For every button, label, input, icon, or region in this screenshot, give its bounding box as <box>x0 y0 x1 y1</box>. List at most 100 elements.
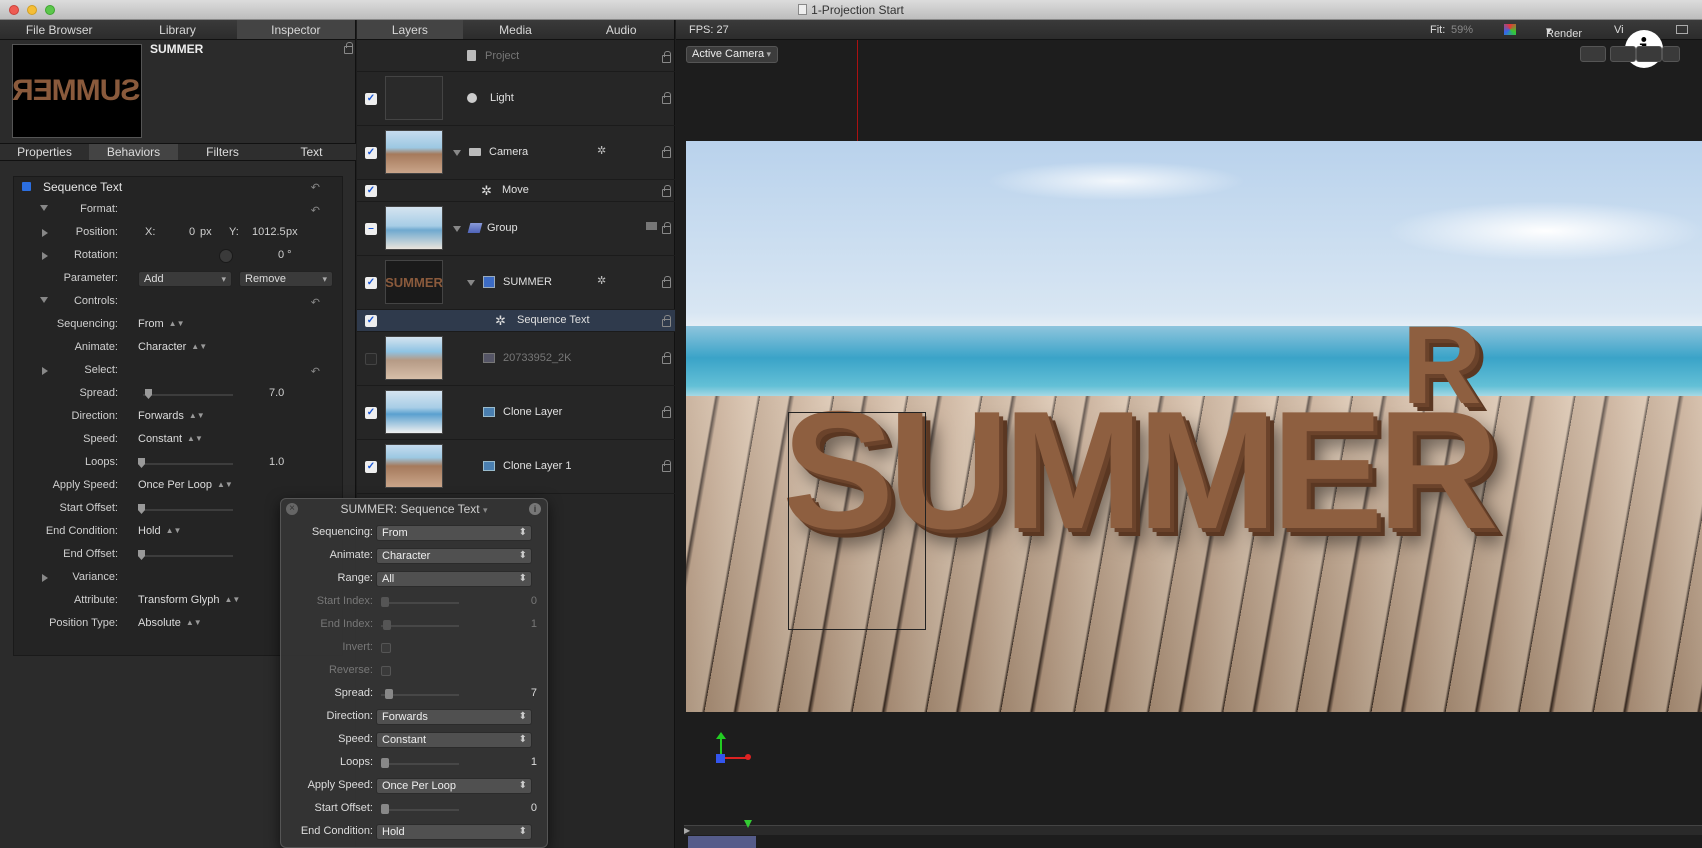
layer-row-group[interactable]: – Group <box>357 202 675 256</box>
tab-text[interactable]: Text <box>267 144 356 160</box>
slider-knob[interactable] <box>385 689 393 699</box>
disclosure-triangle-icon[interactable] <box>453 226 461 232</box>
disclosure-triangle-icon[interactable] <box>42 229 48 237</box>
camera-select[interactable]: Active Camera <box>686 46 778 63</box>
hud-animate-popup[interactable]: Character <box>376 548 532 564</box>
rotation-dial[interactable] <box>219 249 233 263</box>
tab-inspector[interactable]: Inspector <box>236 20 355 39</box>
tab-behaviors[interactable]: Behaviors <box>89 144 178 160</box>
fit-zoom-popup[interactable]: 59% <box>1451 24 1473 36</box>
disclosure-triangle-icon[interactable] <box>40 205 48 211</box>
hud-range-popup[interactable]: All <box>376 571 532 587</box>
layer-enable-checkbox[interactable]: ✓ <box>365 315 377 327</box>
tab-properties[interactable]: Properties <box>0 144 89 160</box>
orbit-tool-icon[interactable] <box>1610 46 1636 62</box>
layer-row-move[interactable]: ✓ ✲ Move <box>357 180 675 202</box>
start-offset-slider[interactable] <box>138 504 233 514</box>
hud-speed-popup[interactable]: Constant <box>376 732 532 748</box>
rotate-tool-icon[interactable] <box>1636 46 1662 62</box>
slider-knob[interactable] <box>383 620 391 630</box>
parameter-add-popup[interactable]: Add <box>138 271 232 287</box>
hud-end-index-slider[interactable] <box>381 620 459 630</box>
layer-enable-checkbox[interactable]: ✓ <box>365 407 377 419</box>
letter-r-3d[interactable]: R <box>1402 311 1481 421</box>
render-menu[interactable]: Render ▾ <box>1546 24 1582 40</box>
mini-timeline[interactable]: ▶ <box>684 820 1702 848</box>
gear-icon[interactable]: ✲ <box>597 144 606 157</box>
timeline-clip[interactable] <box>688 836 756 848</box>
slider-knob[interactable] <box>138 504 145 514</box>
slider-knob[interactable] <box>381 758 389 768</box>
position-x-value[interactable]: 0 <box>189 226 195 238</box>
hud-title[interactable]: SUMMER: Sequence Text ▾ <box>281 502 547 516</box>
disclosure-triangle-icon[interactable] <box>42 367 48 375</box>
layout-icon[interactable] <box>1676 25 1688 34</box>
position-type-popup[interactable]: Absolute ▲▼ <box>138 617 202 629</box>
lock-icon[interactable] <box>662 352 671 364</box>
parameter-remove-popup[interactable]: Remove <box>239 271 333 287</box>
reset-icon[interactable]: ↶ <box>311 296 320 309</box>
layer-enable-checkbox[interactable] <box>365 353 377 365</box>
tab-filters[interactable]: Filters <box>178 144 267 160</box>
lock-icon[interactable] <box>662 185 671 197</box>
selection-bounding-box[interactable] <box>788 412 926 630</box>
slider-knob[interactable] <box>381 597 389 607</box>
sequencing-popup[interactable]: From ▲▼ <box>138 318 185 330</box>
canvas-viewport[interactable]: SUMMER R <box>686 141 1702 712</box>
slider-knob[interactable] <box>138 550 145 560</box>
tab-audio[interactable]: Audio <box>568 20 674 39</box>
direction-popup[interactable]: Forwards ▲▼ <box>138 410 205 422</box>
end-offset-slider[interactable] <box>138 550 233 560</box>
reset-icon[interactable]: ↶ <box>311 181 320 194</box>
spread-slider[interactable] <box>143 389 233 399</box>
tab-media[interactable]: Media <box>463 20 569 39</box>
loops-value[interactable]: 1.0 <box>269 456 284 468</box>
layer-enable-checkbox[interactable]: ✓ <box>365 93 377 105</box>
layer-row-clone-layer-1[interactable]: ✓ Clone Layer 1 <box>357 440 675 494</box>
reset-icon[interactable]: ↶ <box>311 204 320 217</box>
lock-icon[interactable] <box>344 42 353 54</box>
hud-direction-popup[interactable]: Forwards <box>376 709 532 725</box>
hud-reverse-checkbox[interactable] <box>381 666 391 676</box>
hud-spread-slider[interactable] <box>381 689 459 699</box>
axis-gizmo-icon[interactable] <box>716 732 756 772</box>
slider-knob[interactable] <box>381 804 389 814</box>
disclosure-triangle-icon[interactable] <box>467 280 475 286</box>
apply-speed-popup[interactable]: Once Per Loop ▲▼ <box>138 479 233 491</box>
lock-icon[interactable] <box>662 146 671 158</box>
layer-row-camera[interactable]: ✓ Camera ✲ <box>357 126 675 180</box>
disclosure-triangle-icon[interactable] <box>42 574 48 582</box>
layer-enable-checkbox[interactable]: ✓ <box>365 277 377 289</box>
animate-popup[interactable]: Character ▲▼ <box>138 341 207 353</box>
layer-row-project[interactable]: Project <box>357 40 675 72</box>
loops-slider[interactable] <box>138 458 233 468</box>
tab-file-browser[interactable]: File Browser <box>0 20 118 39</box>
disclosure-triangle-icon[interactable] <box>40 297 48 303</box>
layer-enable-checkbox[interactable]: ✓ <box>365 147 377 159</box>
gear-icon[interactable]: ✲ <box>597 274 606 287</box>
stack-icon[interactable] <box>646 222 657 230</box>
attribute-popup[interactable]: Transform Glyph ▲▼ <box>138 594 240 606</box>
layer-enable-checkbox[interactable]: ✓ <box>365 461 377 473</box>
hud-start-index-slider[interactable] <box>381 597 459 607</box>
behavior-enable-checkbox[interactable] <box>22 182 31 191</box>
speed-popup[interactable]: Constant ▲▼ <box>138 433 203 445</box>
camera-tool-icon[interactable] <box>1580 46 1606 62</box>
position-y-value[interactable]: 1012.5 <box>252 226 286 238</box>
view-menu[interactable]: Vi <box>1614 24 1624 36</box>
disclosure-triangle-icon[interactable] <box>42 252 48 260</box>
hud-sequencing-popup[interactable]: From <box>376 525 532 541</box>
hud-loops-slider[interactable] <box>381 758 459 768</box>
slider-knob[interactable] <box>138 458 145 468</box>
tab-library[interactable]: Library <box>118 20 236 39</box>
disclosure-triangle-icon[interactable] <box>453 150 461 156</box>
end-condition-popup[interactable]: Hold ▲▼ <box>138 525 181 537</box>
lock-icon[interactable] <box>662 276 671 288</box>
lock-icon[interactable] <box>662 460 671 472</box>
hud-info-icon[interactable]: i <box>529 503 541 515</box>
layer-row-image[interactable]: 20733952_2K <box>357 332 675 386</box>
layer-row-clone-layer[interactable]: ✓ Clone Layer <box>357 386 675 440</box>
hud-start-offset-slider[interactable] <box>381 804 459 814</box>
playhead-marker[interactable] <box>744 820 752 828</box>
layer-enable-checkbox[interactable]: ✓ <box>365 185 377 197</box>
